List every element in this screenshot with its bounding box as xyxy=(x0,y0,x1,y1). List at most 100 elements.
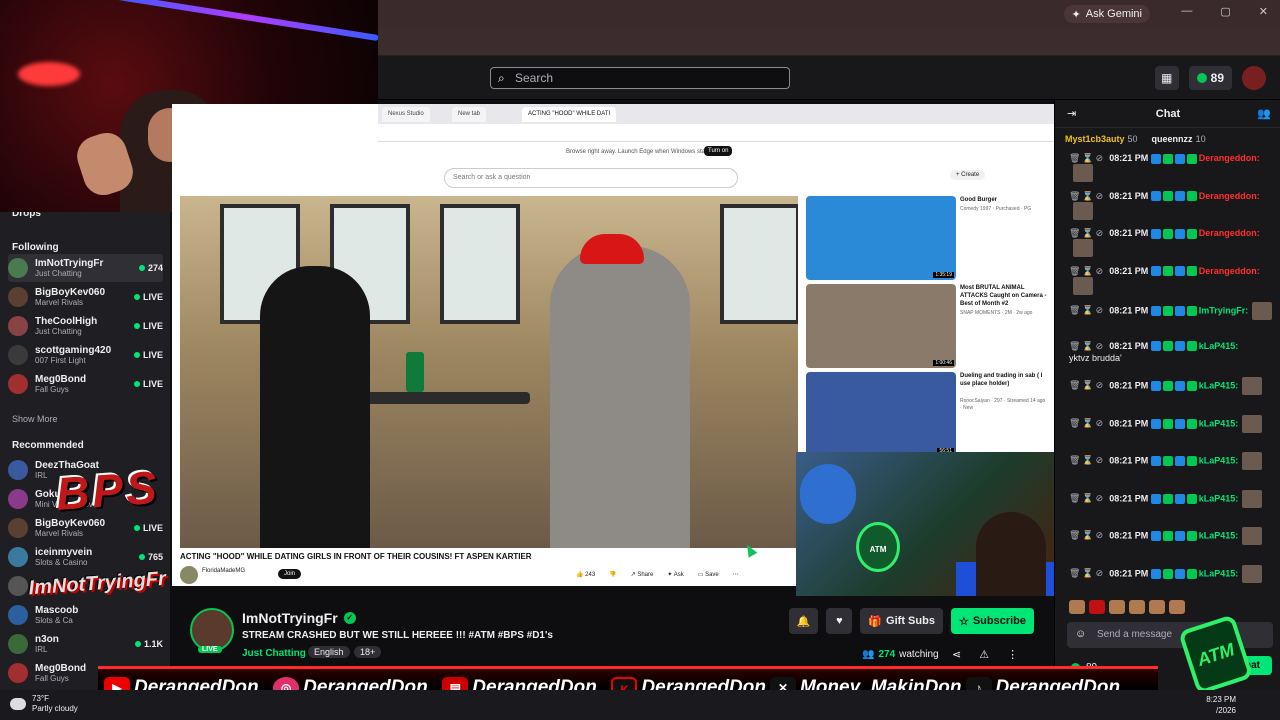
emote-icon[interactable] xyxy=(1109,600,1125,614)
search-input[interactable]: ⌕ Search xyxy=(490,67,790,89)
chat-username[interactable]: Derangeddon: xyxy=(1199,153,1260,163)
recommended-video[interactable]: Most BRUTAL ANIMAL ATTACKS Caught on Cam… xyxy=(806,284,1050,370)
emote-icon[interactable] xyxy=(1129,600,1145,614)
mod-tools-icon[interactable]: 🗑⌛⊘ xyxy=(1069,305,1105,315)
user-avatar[interactable] xyxy=(1242,66,1266,90)
recommended-thumbnail[interactable] xyxy=(806,284,956,368)
notifications-button[interactable]: 🔔 xyxy=(788,608,819,634)
viewer-count: LIVE xyxy=(142,292,163,302)
emote-icon[interactable] xyxy=(1149,600,1165,614)
chat-message: 🗑⌛⊘ 08:21 PM kLaP415: xyxy=(1069,527,1275,545)
cloud-icon xyxy=(10,698,26,710)
chat-username[interactable]: kLaP415: xyxy=(1199,380,1239,390)
join-button[interactable]: Join xyxy=(278,569,302,579)
dislike-icon[interactable]: 👎 xyxy=(609,571,616,578)
mod-tools-icon[interactable]: 🗑⌛⊘ xyxy=(1069,191,1105,201)
more-actions-icon[interactable]: ⋯ xyxy=(733,571,739,578)
mod-tools-icon[interactable]: 🗑⌛⊘ xyxy=(1069,455,1105,465)
ask-gemini-button[interactable]: ✦ Ask Gemini xyxy=(1063,5,1150,23)
time: 8:23 PM xyxy=(1206,695,1236,704)
community-icon[interactable]: 👥 xyxy=(1257,107,1271,120)
mod-tools-icon[interactable]: 🗑⌛⊘ xyxy=(1069,493,1105,503)
minimize-icon[interactable]: — xyxy=(1181,5,1192,18)
recommended-video[interactable]: Dueling and trading in sab ( I use place… xyxy=(806,372,1050,458)
clock[interactable]: 8:23 PM /2026 xyxy=(1206,694,1236,716)
channel-category: Marvel Rivals xyxy=(35,298,84,307)
tag-mature[interactable]: 18+ xyxy=(354,646,382,658)
chat-username[interactable]: kLaP415: xyxy=(1199,493,1239,503)
share-button[interactable]: ↗ Share xyxy=(631,571,654,578)
emote-icon[interactable] xyxy=(1069,600,1085,614)
chat-badge-icon xyxy=(1162,153,1173,164)
mod-tools-icon[interactable]: 🗑⌛⊘ xyxy=(1069,568,1105,578)
maximize-icon[interactable]: ▢ xyxy=(1220,5,1230,18)
chat-username[interactable]: kLaP415: xyxy=(1199,530,1239,540)
channel-name[interactable]: FloridaMadeMG xyxy=(202,568,245,574)
youtube-create-button[interactable]: + Create xyxy=(950,170,986,180)
mod-tools-icon[interactable]: 🗑⌛⊘ xyxy=(1069,380,1105,390)
recommended-thumbnail[interactable] xyxy=(806,372,956,456)
mod-tools-icon[interactable]: 🗑⌛⊘ xyxy=(1069,266,1105,276)
channel-points-button[interactable]: 89 xyxy=(1188,66,1232,90)
chat-username[interactable]: ImTryingFr: xyxy=(1199,305,1249,315)
emote-icon[interactable] xyxy=(1089,600,1105,614)
chat-timestamp: 08:21 PM xyxy=(1109,340,1149,351)
recommended-thumbnail[interactable] xyxy=(806,196,956,280)
channel-name[interactable]: ImNotTryingFr xyxy=(242,610,338,626)
chat-username[interactable]: kLaP415: xyxy=(1199,341,1239,351)
emote-picker-icon[interactable]: ☺ xyxy=(1075,628,1086,640)
leaderboard-entry[interactable]: queennzz 10 xyxy=(1152,134,1206,144)
weather-widget[interactable]: 73°F Partly cloudy xyxy=(10,694,78,714)
chat-username[interactable]: kLaP415: xyxy=(1199,455,1239,465)
show-more-link[interactable]: Show More xyxy=(12,414,58,424)
chat-username[interactable]: kLaP415: xyxy=(1199,418,1239,428)
report-icon[interactable]: ⚠ xyxy=(979,648,989,661)
layout-icon[interactable]: ▦ xyxy=(1154,66,1179,90)
turn-on-button[interactable]: Turn on xyxy=(704,146,733,156)
chat-emote-icon xyxy=(1073,276,1093,295)
inner-address-bar[interactable] xyxy=(378,124,1054,142)
youtube-search-input[interactable]: Search or ask a question xyxy=(444,168,738,188)
leaderboard-entry[interactable]: Myst1cb3auty 50 xyxy=(1065,134,1138,144)
recommended-title: Dueling and trading in sab ( I use place… xyxy=(960,373,1043,387)
save-button[interactable]: ▭ Save xyxy=(698,571,719,578)
like-button[interactable]: 👍 243 xyxy=(576,571,595,578)
ask-button[interactable]: ✦ Ask xyxy=(667,571,683,578)
stream-category[interactable]: Just Chatting xyxy=(242,648,306,659)
mod-tools-icon[interactable]: 🗑⌛⊘ xyxy=(1069,341,1105,351)
viewers-icon: 👥 xyxy=(862,649,875,660)
close-icon[interactable]: ✕ xyxy=(1259,5,1268,18)
mod-tools-icon[interactable]: 🗑⌛⊘ xyxy=(1069,530,1105,540)
sidebar-channel-item[interactable]: iceinmyvein Slots & Casino 765 xyxy=(8,543,163,571)
tag-language[interactable]: English xyxy=(308,646,350,658)
inner-tab[interactable]: New tab xyxy=(452,107,487,122)
subscribe-button[interactable]: ☆ Subscribe xyxy=(950,608,1034,634)
chat-timestamp: 08:21 PM xyxy=(1109,455,1149,466)
follow-button[interactable]: ♥ xyxy=(826,608,853,634)
sidebar-channel-item[interactable]: BigBoyKev060 Marvel Rivals LIVE xyxy=(8,283,163,311)
live-dot-icon xyxy=(133,381,140,387)
sidebar-channel-item[interactable]: scottgaming420 007 First Light LIVE xyxy=(8,341,163,369)
sidebar-channel-item[interactable]: ImNotTryingFr Just Chatting 274 xyxy=(8,254,163,282)
gift-subs-button[interactable]: 🎁 Gift Subs xyxy=(860,608,943,634)
mod-tools-icon[interactable]: 🗑⌛⊘ xyxy=(1069,418,1105,428)
chat-username[interactable]: Derangeddon: xyxy=(1199,228,1260,238)
more-options-icon[interactable]: ⋮ xyxy=(1007,648,1018,661)
mod-tools-icon[interactable]: 🗑⌛⊘ xyxy=(1069,153,1105,163)
chat-username[interactable]: Derangeddon: xyxy=(1199,191,1260,201)
share-icon[interactable]: ⋖ xyxy=(952,648,961,661)
video-player[interactable] xyxy=(180,196,798,548)
chat-username[interactable]: kLaP415: xyxy=(1199,568,1239,578)
mod-tools-icon[interactable]: 🗑⌛⊘ xyxy=(1069,228,1105,238)
video-actions: 👍 243 👎 ↗ Share ✦ Ask ▭ Save ⋯ xyxy=(576,571,739,578)
chat-username[interactable]: Derangeddon: xyxy=(1199,266,1260,276)
recommended-video[interactable]: Good Burger Comedy 1997 · Purchased · PG 1… xyxy=(806,196,1050,282)
inner-tab[interactable]: Nexus Studio xyxy=(382,107,430,122)
sidebar-channel-item[interactable]: Meg0BondFall Guys LIVE xyxy=(8,370,163,398)
inner-tab-active[interactable]: ACTING "HOOD" WHILE DATI xyxy=(522,107,617,122)
sidebar-channel-item[interactable]: TheCoolHigh Just Chatting LIVE xyxy=(8,312,163,340)
chat-badge-icon xyxy=(1174,306,1185,316)
chat-timestamp: 08:21 PM xyxy=(1109,380,1149,391)
live-dot-icon xyxy=(133,323,140,329)
chat-timestamp: 08:21 PM xyxy=(1109,567,1149,578)
